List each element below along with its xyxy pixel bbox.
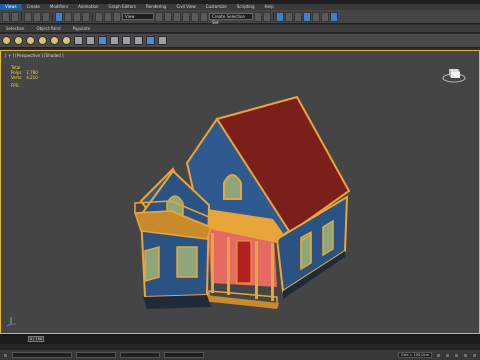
side-window-3 bbox=[300, 233, 312, 271]
redo-button[interactable] bbox=[11, 11, 19, 22]
rendered-frame-window-button[interactable] bbox=[321, 11, 329, 22]
unlink-button[interactable] bbox=[33, 11, 41, 22]
display-lights-icon[interactable] bbox=[26, 36, 35, 45]
z-coordinate-field[interactable] bbox=[164, 352, 204, 358]
render-production-button[interactable] bbox=[330, 11, 338, 22]
display-geometry-icon[interactable] bbox=[2, 36, 11, 45]
select-manipulate-button[interactable] bbox=[164, 11, 172, 22]
scale-button[interactable] bbox=[113, 11, 121, 22]
time-slider-bar[interactable]: 0 / 100 bbox=[0, 334, 480, 344]
align-button[interactable] bbox=[263, 11, 271, 22]
left-wing-window bbox=[176, 246, 198, 278]
app-window: Views Create Modifiers Animation Graph E… bbox=[0, 0, 480, 360]
display-space-warps-icon[interactable] bbox=[62, 36, 71, 45]
porch-column bbox=[227, 237, 230, 295]
render-setup-button[interactable] bbox=[312, 11, 320, 22]
display-helpers-icon[interactable] bbox=[50, 36, 59, 45]
schematic-view-button[interactable] bbox=[294, 11, 302, 22]
tab-selection[interactable]: Selection bbox=[0, 26, 30, 31]
axis-tripod-icon bbox=[6, 317, 16, 327]
layer-explorer-button[interactable] bbox=[276, 11, 284, 22]
tab-object-paint[interactable]: Object Paint bbox=[30, 26, 66, 31]
spinner-snap-button[interactable] bbox=[200, 11, 208, 22]
perspective-viewport[interactable]: [ + ] [Perspective ] [Shaded ] Total Pol… bbox=[0, 50, 480, 334]
display-bones-icon[interactable] bbox=[98, 36, 107, 45]
window-crossing-button[interactable] bbox=[82, 11, 90, 22]
orbit-button[interactable] bbox=[472, 352, 477, 358]
pivot-center-button[interactable] bbox=[155, 11, 163, 22]
bind-space-warp-button[interactable] bbox=[42, 11, 50, 22]
toolbar-separator bbox=[92, 11, 93, 22]
toolbar-separator bbox=[52, 11, 53, 22]
display-cameras-icon[interactable] bbox=[38, 36, 47, 45]
mirror-button[interactable] bbox=[254, 11, 262, 22]
named-selection-set-input[interactable]: Create Selection Set bbox=[209, 13, 253, 25]
display-none-icon[interactable] bbox=[158, 36, 167, 45]
auto-key-button[interactable] bbox=[436, 352, 441, 358]
toolbar-separator bbox=[21, 11, 22, 22]
move-button[interactable] bbox=[95, 11, 103, 22]
display-groups-icon[interactable] bbox=[74, 36, 83, 45]
select-by-name-button[interactable] bbox=[64, 11, 72, 22]
maxscript-listener-button[interactable] bbox=[3, 352, 8, 358]
reference-coordinate-dropdown[interactable]: View bbox=[122, 13, 154, 20]
display-shapes-icon[interactable] bbox=[14, 36, 23, 45]
side-window-2 bbox=[322, 219, 334, 257]
left-wing-side-window bbox=[144, 246, 160, 282]
display-xrefs-icon[interactable] bbox=[86, 36, 95, 45]
play-button[interactable] bbox=[454, 352, 459, 358]
display-containers-icon[interactable] bbox=[110, 36, 119, 45]
x-coordinate-field[interactable] bbox=[76, 352, 116, 358]
y-coordinate-field[interactable] bbox=[120, 352, 160, 358]
zoom-extents-button[interactable] bbox=[463, 352, 468, 358]
curve-editor-button[interactable] bbox=[285, 11, 293, 22]
porch-column bbox=[271, 243, 274, 301]
angle-snap-button[interactable] bbox=[182, 11, 190, 22]
foundation bbox=[143, 295, 211, 309]
display-frozen-icon[interactable] bbox=[122, 36, 131, 45]
porch-floor bbox=[203, 295, 279, 309]
toolbar-separator bbox=[273, 11, 274, 22]
link-button[interactable] bbox=[24, 11, 32, 22]
region-select-button[interactable] bbox=[73, 11, 81, 22]
grid-size-readout: Grid = 100,0cm bbox=[398, 352, 432, 358]
display-all-icon[interactable] bbox=[146, 36, 155, 45]
display-hidden-icon[interactable] bbox=[134, 36, 143, 45]
time-slider-handle[interactable]: 0 / 100 bbox=[28, 336, 44, 342]
material-editor-button[interactable] bbox=[303, 11, 311, 22]
ribbon-tabs: Selection Object Paint Populate bbox=[0, 25, 480, 33]
tab-populate[interactable]: Populate bbox=[67, 26, 96, 31]
set-key-button[interactable] bbox=[445, 352, 450, 358]
front-door bbox=[236, 240, 252, 284]
percent-snap-button[interactable] bbox=[191, 11, 199, 22]
maxscript-mini-listener[interactable] bbox=[12, 352, 72, 358]
gable-window bbox=[223, 174, 242, 200]
undo-button[interactable] bbox=[2, 11, 10, 22]
house-model[interactable] bbox=[1, 51, 479, 333]
select-object-button[interactable] bbox=[55, 11, 63, 22]
main-toolbar: View Create Selection Set bbox=[0, 10, 480, 25]
scene-explorer-toolbar bbox=[0, 34, 480, 48]
rotate-button[interactable] bbox=[104, 11, 112, 22]
status-bar: Grid = 100,0cm bbox=[0, 350, 480, 360]
porch-column bbox=[255, 241, 258, 299]
snaps-toggle-button[interactable] bbox=[173, 11, 181, 22]
porch-column bbox=[211, 233, 214, 293]
